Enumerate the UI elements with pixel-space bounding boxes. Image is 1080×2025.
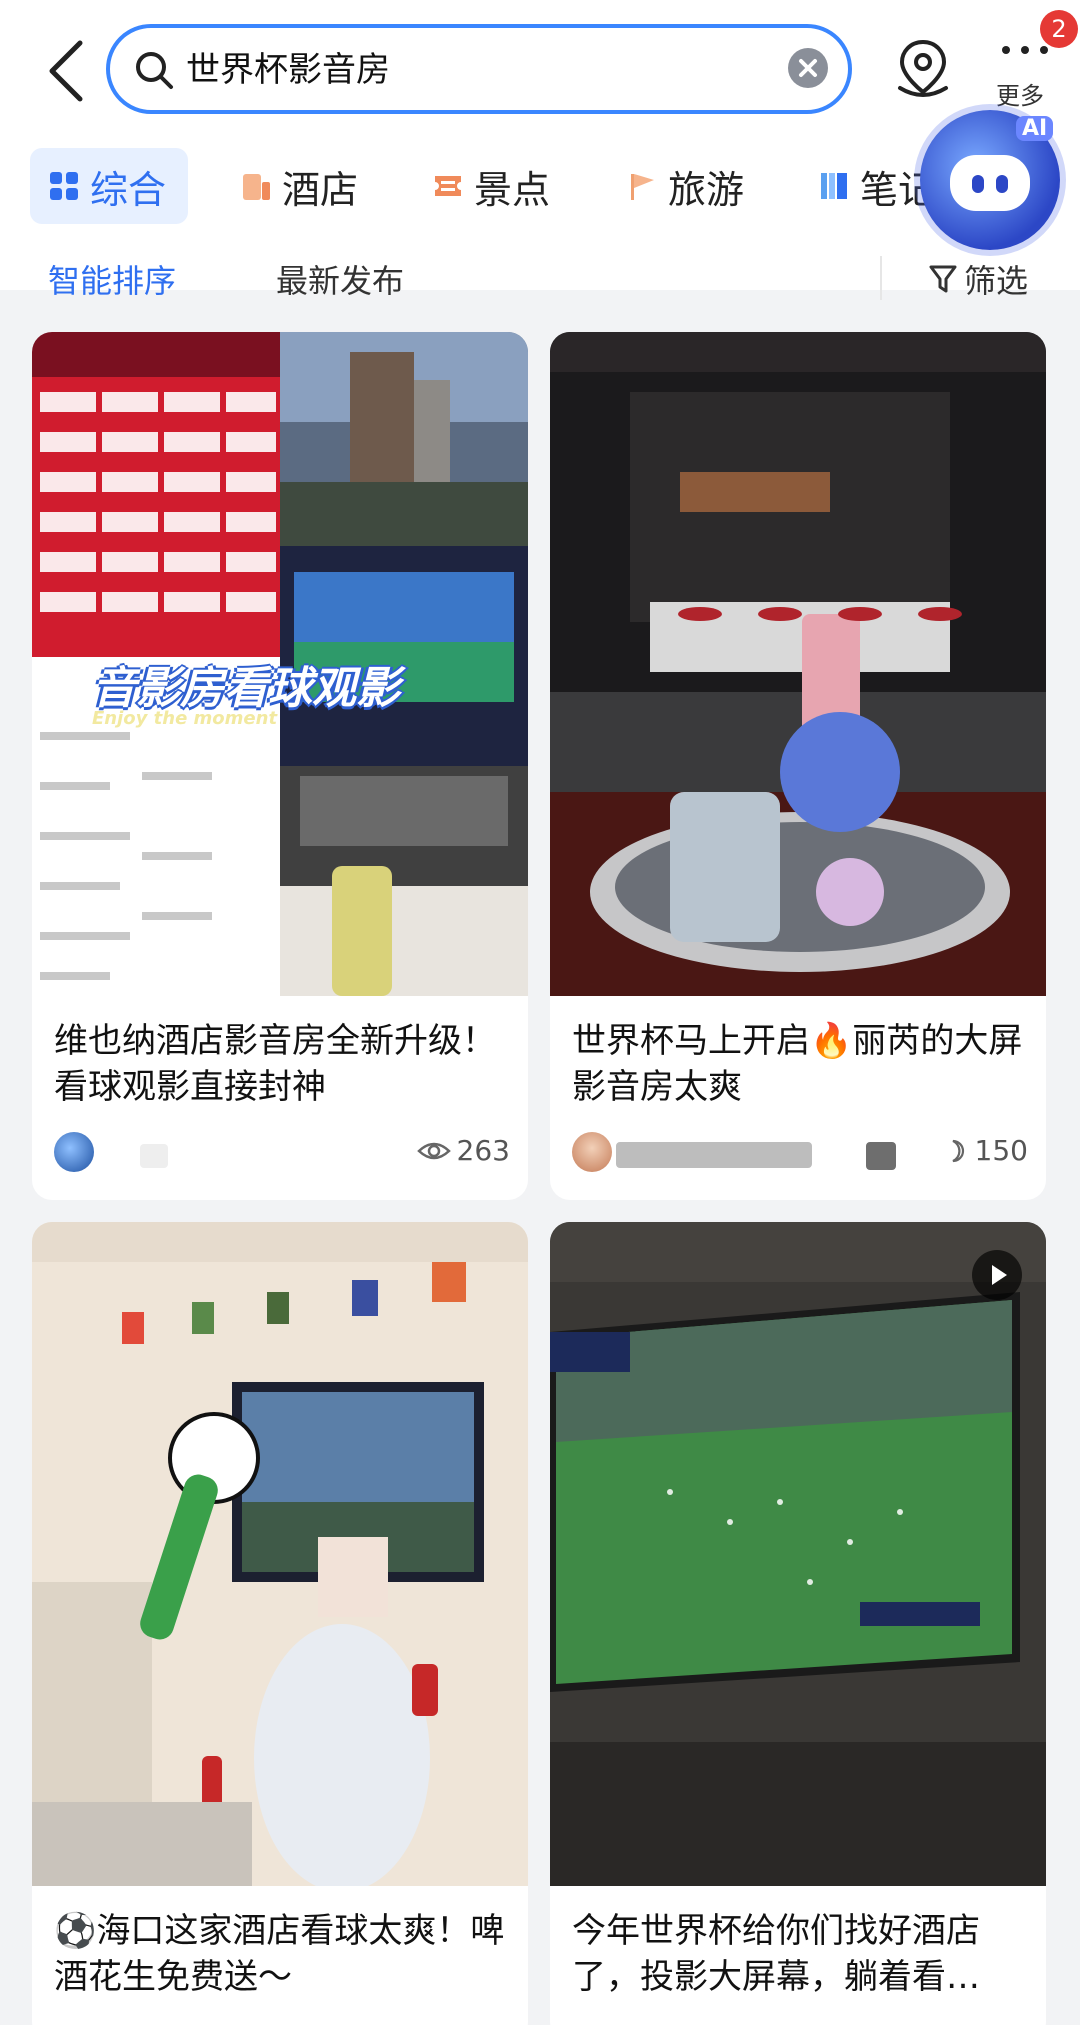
search-query: 世界杯影音房 xyxy=(186,50,390,90)
tab-attractions[interactable]: 景点 xyxy=(432,148,550,224)
sort-divider xyxy=(880,256,882,300)
username-blurred xyxy=(616,1142,812,1168)
tab-label: 综合 xyxy=(90,167,167,212)
result-card[interactable]: ••• 世界杯马上开启🔥丽芮的大屏影音房太爽 150 xyxy=(550,332,1046,1200)
search-icon xyxy=(136,52,173,89)
sort-latest[interactable]: 最新发布 xyxy=(276,256,404,302)
card-title: 世界杯马上开启🔥丽芮的大屏影音房太爽 xyxy=(572,1021,1023,1107)
header: 世界杯影音房 更多 2 综合 酒店 景点 旅游 笔记 AI 智能排序 最新发布 … xyxy=(0,0,1080,300)
card-title: ⚽海口这家酒店看球太爽！啤酒花生免费送～ xyxy=(54,1911,505,1997)
view-count-value: 263 xyxy=(456,1134,510,1167)
search-results-page: 世界杯影音房 更多 2 综合 酒店 景点 旅游 笔记 AI 智能排序 最新发布 … xyxy=(0,0,1080,2025)
sort-bar: 智能排序 最新发布 筛选 xyxy=(0,250,1080,306)
sort-smart[interactable]: 智能排序 xyxy=(48,256,176,302)
username-blurred xyxy=(866,1142,896,1170)
card-meta: 263 xyxy=(54,1132,510,1176)
robot-face-icon xyxy=(950,155,1030,211)
like-count-value: 150 xyxy=(974,1134,1028,1167)
tab-label: 酒店 xyxy=(282,167,359,212)
moon-icon xyxy=(951,1139,964,1162)
flag-icon xyxy=(631,174,654,200)
notification-badge: 2 xyxy=(1040,10,1078,48)
back-arrow-icon[interactable] xyxy=(40,35,96,107)
tab-hotel[interactable]: 酒店 xyxy=(240,148,358,224)
tab-label: 旅游 xyxy=(668,167,745,212)
ai-tag: AI xyxy=(1016,116,1054,141)
search-input[interactable]: 世界杯影音房 xyxy=(106,24,852,114)
filter-label: 筛选 xyxy=(964,262,1029,300)
clear-icon[interactable] xyxy=(788,48,828,88)
more-options-icon[interactable]: ••• xyxy=(972,1996,1024,2025)
result-card[interactable]: 音影房看球观影 Enjoy the moment ••• 维也纳酒店影音房全新升… xyxy=(32,332,528,1200)
filter-icon xyxy=(929,265,957,293)
tab-travel[interactable]: 旅游 xyxy=(626,148,744,224)
card-image xyxy=(550,332,1046,996)
view-count: 263 xyxy=(416,1134,510,1167)
category-tabs: 综合 酒店 景点 旅游 笔记 xyxy=(0,148,1080,228)
more-options-icon[interactable]: ••• xyxy=(454,1996,506,2025)
card-title: 维也纳酒店影音房全新升级！看球观影直接封神 xyxy=(54,1021,496,1107)
like-count: 150 xyxy=(947,1134,1028,1167)
tab-notes[interactable]: 笔记 xyxy=(818,148,936,224)
more-label: 更多 xyxy=(996,82,1044,110)
ticket-icon xyxy=(435,176,461,196)
tab-label: 景点 xyxy=(474,167,551,212)
result-card[interactable]: ••• ⚽海口这家酒店看球太爽！啤酒花生免费送～ xyxy=(32,1222,528,2025)
eye-icon xyxy=(416,1142,451,1159)
filter-button[interactable]: 筛选 xyxy=(928,256,1028,302)
image-overlay-subtitle: Enjoy the moment xyxy=(92,708,278,729)
avatar[interactable] xyxy=(54,1132,94,1172)
tab-all[interactable]: 综合 xyxy=(30,148,188,224)
result-card[interactable]: ••• 今年世界杯给你们找好酒店了，投影大屏幕，躺着看… xyxy=(550,1222,1046,2025)
more-dots-icon xyxy=(1002,46,1048,54)
username-blurred xyxy=(140,1144,168,1168)
hotel-icon xyxy=(243,174,270,200)
card-image xyxy=(550,1222,1046,1886)
video-play-icon[interactable] xyxy=(972,1250,1022,1300)
grid-icon xyxy=(50,172,78,200)
image-overlay-title: 音影房看球观影 xyxy=(92,663,400,714)
card-image xyxy=(32,1222,528,1886)
card-title: 今年世界杯给你们找好酒店了，投影大屏幕，躺着看… xyxy=(572,1911,980,1997)
notebook-icon xyxy=(821,173,847,199)
location-pin-icon[interactable] xyxy=(888,34,958,104)
avatar[interactable] xyxy=(572,1132,612,1172)
card-meta: 150 xyxy=(572,1132,1028,1176)
